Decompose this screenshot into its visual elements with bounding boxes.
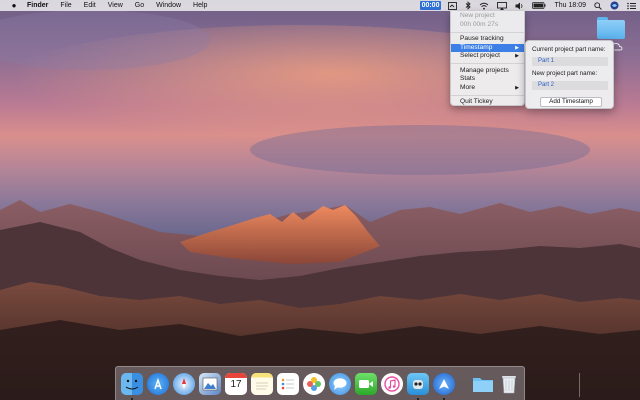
notes-icon[interactable] [251,373,273,395]
menu-window[interactable]: Window [150,0,187,11]
tickey-timer-status[interactable]: 00:00 [419,1,442,10]
new-part-label: New project part name: [532,70,598,77]
select-project-item[interactable]: Select project ▶ [451,52,524,61]
calendar-day: 17 [230,379,242,390]
current-part-label: Current project part name: [532,46,606,53]
menu-go[interactable]: Go [129,0,150,11]
menu-divider [451,94,524,96]
timestamp-submenu: Current project part name: Part 1 New pr… [525,40,614,109]
volume-icon[interactable] [511,0,528,11]
spotlight-icon[interactable] [590,0,606,11]
current-part-field[interactable]: Part 1 [532,57,608,66]
facetime-icon[interactable] [355,373,377,395]
trash-icon[interactable] [498,373,520,395]
submenu-arrow-icon: ▶ [515,84,519,91]
folder-icon[interactable] [472,373,494,395]
siri-icon[interactable] [606,0,623,11]
stats-item[interactable]: Stats [451,75,524,84]
status-area: 00:00 Thu 18:09 [417,0,640,11]
tweetbot-icon[interactable] [407,373,429,395]
add-timestamp-button[interactable]: Add Timestamp [540,97,602,107]
quit-item[interactable]: Quit Tickey [451,98,524,107]
tickey-dropdown-menu: New project 00h 00m 27s Pause tracking T… [450,11,525,106]
submenu-arrow-icon: ▶ [515,53,519,60]
tray-app-icon[interactable] [444,0,461,11]
more-label: More [460,83,476,91]
dock: 17 [115,366,580,400]
menu-clock[interactable]: Thu 18:09 [550,0,590,11]
elapsed-time: 00h 00m 27s [460,20,499,28]
safari-icon[interactable] [173,373,195,395]
preview-icon[interactable] [199,373,221,395]
desktop-folder-icon[interactable] [597,17,625,39]
notification-center-icon[interactable] [623,0,640,11]
menu-divider [451,63,524,65]
new-part-field[interactable]: Part 2 [532,81,608,90]
submenu-arrow-icon: ▶ [515,44,519,51]
migration-icon[interactable] [433,373,455,395]
wifi-icon[interactable] [475,0,493,11]
menu-divider [451,31,524,33]
current-project-name: New project [460,12,495,19]
pause-tracking-item[interactable]: Pause tracking [451,35,524,44]
calendar-icon[interactable]: 17 [225,373,247,395]
manage-projects-item[interactable]: Manage projects [451,67,524,76]
finder-icon[interactable] [121,373,143,395]
reminders-icon[interactable] [277,373,299,395]
dock-separator [579,373,580,397]
menu-edit[interactable]: Edit [78,0,102,11]
app-store-icon[interactable] [147,373,169,395]
menu-file[interactable]: File [54,0,77,11]
itunes-icon[interactable] [381,373,403,395]
timestamp-label: Timestamp [460,43,493,51]
menu-bar: ● Finder File Edit View Go Window Help 0… [0,0,640,11]
menu-help[interactable]: Help [187,0,213,11]
photos-icon[interactable] [303,373,325,395]
menu-app-name[interactable]: Finder [19,0,54,11]
timestamp-item[interactable]: Timestamp ▶ [451,43,524,53]
messages-icon[interactable] [329,373,351,395]
bluetooth-icon[interactable] [461,0,475,11]
airplay-icon[interactable] [493,0,511,11]
select-project-label: Select project [460,52,500,60]
menu-view[interactable]: View [102,0,129,11]
apple-menu-icon[interactable]: ● [9,0,19,11]
more-item[interactable]: More ▶ [451,84,524,93]
battery-icon[interactable] [528,0,550,11]
